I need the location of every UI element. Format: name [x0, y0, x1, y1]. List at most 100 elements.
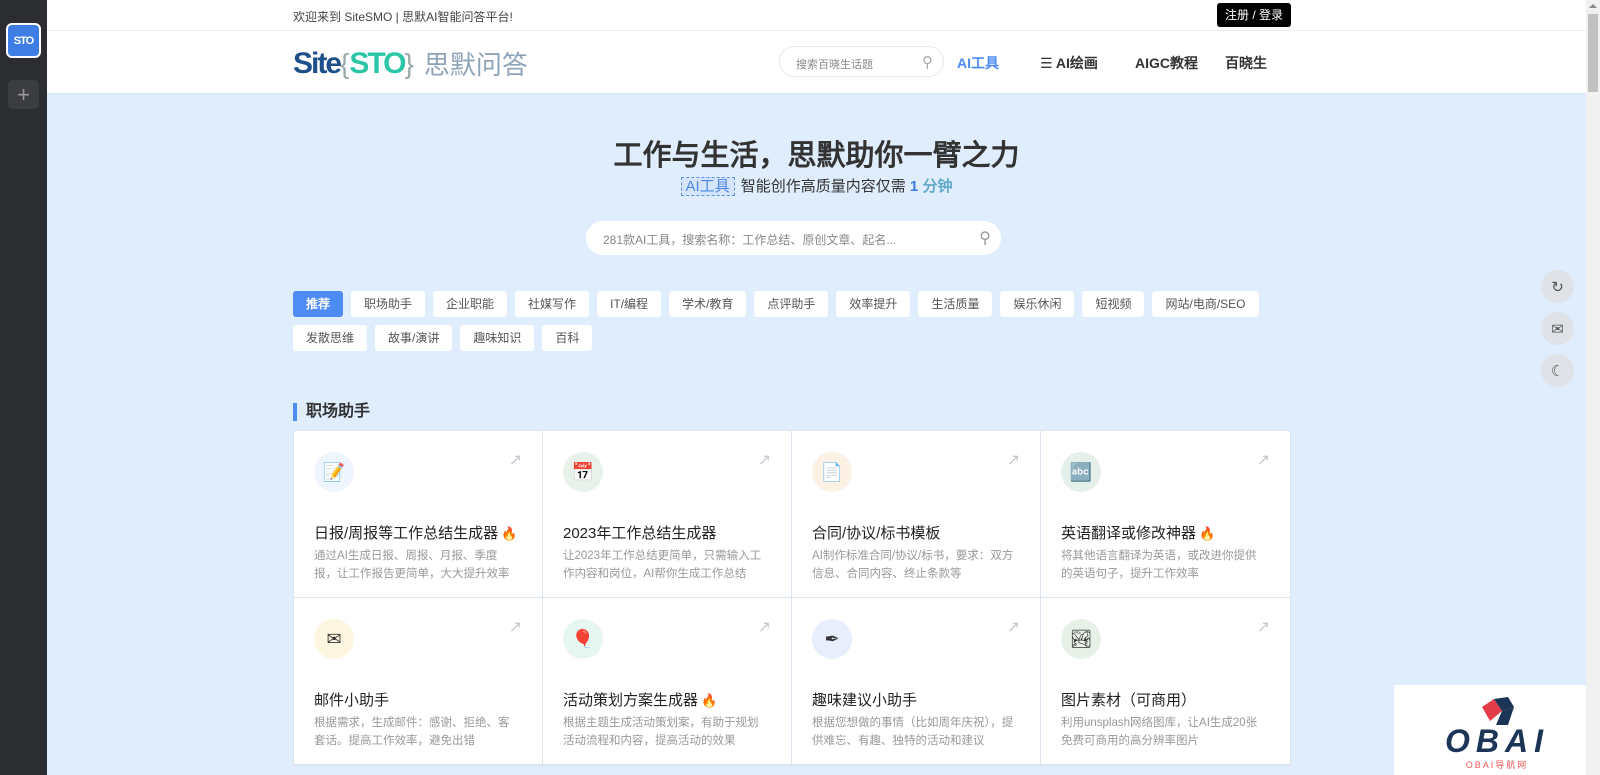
nav-ai-painting[interactable]: ☰ AI绘画 [1040, 53, 1098, 73]
tool-name: 趣味建议小助手 [812, 689, 917, 710]
logo-site: Site [293, 46, 342, 80]
tool-card[interactable]: 🔤 ↗ 英语翻译或修改神器 🔥 将其他语言翻译为英语，或改进你提供的英语句子，提升… [1041, 431, 1290, 598]
login-button[interactable]: 注册 / 登录 [1217, 3, 1292, 27]
top-bar: 欢迎来到 SiteSMO | 思默AI智能问答平台! 注册 / 登录 [47, 0, 1586, 31]
tool-name-text: 英语翻译或修改神器 [1061, 525, 1197, 542]
tool-search-input[interactable]: 281款AI工具，搜索名称：工作总结、原创文章、起名... ⚲ [586, 221, 1001, 255]
tool-description: 让2023年工作总结更简单，只需输入工作内容和岗位，AI帮你生成工作总结 [563, 550, 762, 580]
external-arrow-icon[interactable]: ↗ [1257, 617, 1270, 637]
tool-card[interactable]: 📄 ↗ 合同/协议/标书模板 AI制作标准合同/协议/标书，要求：双方信息、合同… [792, 431, 1041, 598]
inbox-icon[interactable]: ✉ [1541, 312, 1574, 345]
tool-card[interactable]: ✉ ↗ 邮件小助手 根据需求，生成邮件：感谢、拒绝、客套话。提高工作效率，避免出… [294, 598, 543, 765]
section-title: 职场助手 [293, 403, 370, 421]
watermark-sub: OBAI导航网 [1465, 760, 1529, 770]
category-tab[interactable]: 效率提升 [836, 291, 911, 317]
tool-name: 邮件小助手 [314, 689, 389, 710]
category-tab[interactable]: 学术/教育 [669, 291, 747, 317]
nav-ai-tools[interactable]: AI工具 [957, 53, 999, 73]
logo-brace: } [404, 47, 414, 79]
category-tab[interactable]: 网站/电商/SEO [1152, 291, 1259, 317]
tool-description: 根据主题生成活动策划案，有助于规划活动流程和内容，提高活动的效果 [563, 717, 759, 747]
logo[interactable]: Site { STO } 思默问答 [293, 45, 528, 82]
header-search-placeholder: 搜索百晓生话题 [796, 59, 873, 71]
external-arrow-icon[interactable]: ↗ [509, 617, 522, 637]
tool-description: AI制作标准合同/协议/标书，要求：双方信息、合同内容、终止条款等 [812, 550, 1014, 580]
sitesmo-app-tab[interactable]: STO [6, 23, 41, 58]
tool-name-text: 日报/周报等工作总结生成器 [314, 525, 499, 542]
external-arrow-icon[interactable]: ↗ [758, 450, 771, 470]
hot-fire-icon: 🔥 [701, 693, 718, 708]
scroll-up-icon[interactable] [1589, 4, 1597, 8]
tool-description: 利用unsplash网络图库，让AI生成20张免费可商用的高分辨率图片 [1061, 717, 1258, 747]
tool-name: 英语翻译或修改神器 🔥 [1061, 522, 1215, 543]
category-tab[interactable]: 推荐 [293, 291, 344, 317]
hero-sub-text: 智能创作高质量内容仅需 [740, 178, 906, 195]
contract-stamp-icon: 📄 [812, 452, 852, 492]
obai-watermark: OBAI OBAI导航网 [1394, 685, 1600, 775]
tool-name-text: 趣味建议小助手 [812, 692, 918, 709]
category-tab[interactable]: 娱乐休闲 [1000, 291, 1075, 317]
tool-description: 根据需求，生成邮件：感谢、拒绝、客套话。提高工作效率，避免出错 [314, 717, 510, 747]
tool-name: 日报/周报等工作总结生成器 🔥 [314, 522, 517, 543]
nav-aigc-tutorial[interactable]: AIGC教程 [1135, 53, 1198, 73]
category-tab[interactable]: 发散思维 [293, 325, 368, 351]
hero-tag: AI工具 [680, 177, 735, 196]
dark-mode-icon[interactable]: ☾ [1541, 354, 1574, 387]
page: 欢迎来到 SiteSMO | 思默AI智能问答平台! 注册 / 登录 Site … [47, 0, 1586, 775]
category-tab[interactable]: 社媒写作 [515, 291, 590, 317]
category-tab[interactable]: 职场助手 [351, 291, 426, 317]
tool-card[interactable]: 🏞 ↗ 图片素材（可商用） 利用unsplash网络图库，让AI生成20张免费可… [1041, 598, 1290, 765]
external-arrow-icon[interactable]: ↗ [1257, 450, 1270, 470]
tool-card[interactable]: 📝 ↗ 日报/周报等工作总结生成器 🔥 通过AI生成日报、周报、月报、季度报，让工… [294, 431, 543, 598]
nav-baixiaosheng[interactable]: 百晓生 [1225, 53, 1267, 73]
header: Site { STO } 思默问答 搜索百晓生话题 ⚲ AI工具 ☰ AI绘画 … [47, 31, 1586, 94]
tool-description: 将其他语言翻译为英语，或改进你提供的英语句子，提升工作效率 [1061, 550, 1257, 580]
welcome-text: 欢迎来到 SiteSMO | 思默AI智能问答平台! [293, 10, 513, 24]
tool-description: 通过AI生成日报、周报、月报、季度报，让工作报告更简单，大大提升效率 [314, 550, 510, 580]
tool-name: 图片素材（可商用） [1061, 689, 1196, 710]
category-tab[interactable]: 点评助手 [754, 291, 829, 317]
tool-card[interactable]: 📅 ↗ 2023年工作总结生成器 让2023年工作总结更简单，只需输入工作内容和… [543, 431, 792, 598]
browser-sidebar: STO + [0, 0, 47, 775]
scrollbar-thumb[interactable] [1588, 14, 1598, 92]
hot-fire-icon: 🔥 [1199, 526, 1216, 541]
search-icon[interactable]: ⚲ [979, 228, 991, 248]
category-tab[interactable]: 企业职能 [433, 291, 508, 317]
landscape-image-icon: 🏞 [1061, 619, 1101, 659]
tool-search-placeholder: 281款AI工具，搜索名称：工作总结、原创文章、起名... [603, 233, 897, 247]
tool-name: 合同/协议/标书模板 [812, 522, 940, 543]
tool-card[interactable]: 🎈 ↗ 活动策划方案生成器 🔥 根据主题生成活动策划案，有助于规划活动流程和内容，… [543, 598, 792, 765]
share-icon[interactable]: ↻ [1541, 270, 1574, 303]
category-tab[interactable]: 趣味知识 [460, 325, 535, 351]
tool-name-text: 活动策划方案生成器 [563, 692, 699, 709]
external-arrow-icon[interactable]: ↗ [758, 617, 771, 637]
tool-description: 根据您想做的事情（比如周年庆祝），提供难忘、有趣、独特的活动和建议 [812, 717, 1014, 747]
tool-card[interactable]: ✒ ↗ 趣味建议小助手 根据您想做的事情（比如周年庆祝），提供难忘、有趣、独特的… [792, 598, 1041, 765]
hero-num: 1 [909, 178, 919, 195]
scrollbar[interactable] [1586, 0, 1600, 775]
logo-brace: { [340, 47, 350, 79]
hot-fire-icon: 🔥 [501, 526, 518, 541]
tool-name: 活动策划方案生成器 🔥 [563, 689, 717, 710]
tool-card-grid: 📝 ↗ 日报/周报等工作总结生成器 🔥 通过AI生成日报、周报、月报、季度报，让工… [293, 430, 1291, 766]
hero-unit: 分钟 [922, 178, 953, 195]
watermark-word: OBAI [1445, 723, 1549, 759]
category-tab[interactable]: 故事/演讲 [375, 325, 453, 351]
category-tab[interactable]: 短视频 [1082, 291, 1145, 317]
document-edit-icon: 📝 [314, 452, 354, 492]
external-arrow-icon[interactable]: ↗ [509, 450, 522, 470]
external-arrow-icon[interactable]: ↗ [1007, 450, 1020, 470]
search-icon[interactable]: ⚲ [922, 53, 933, 71]
header-search-input[interactable]: 搜索百晓生话题 ⚲ [779, 46, 944, 77]
tool-name-text: 合同/协议/标书模板 [812, 525, 941, 542]
category-tab[interactable]: 生活质量 [918, 291, 993, 317]
category-tab[interactable]: IT/编程 [597, 291, 662, 317]
balloons-icon: 🎈 [563, 619, 603, 659]
category-tab[interactable]: 百科 [542, 325, 593, 351]
external-arrow-icon[interactable]: ↗ [1007, 617, 1020, 637]
add-app-button[interactable]: + [8, 80, 39, 109]
envelope-icon: ✉ [314, 619, 354, 659]
abc-blocks-icon: 🔤 [1061, 452, 1101, 492]
tool-name-text: 邮件小助手 [314, 692, 390, 709]
pen-icon: ✒ [812, 619, 852, 659]
